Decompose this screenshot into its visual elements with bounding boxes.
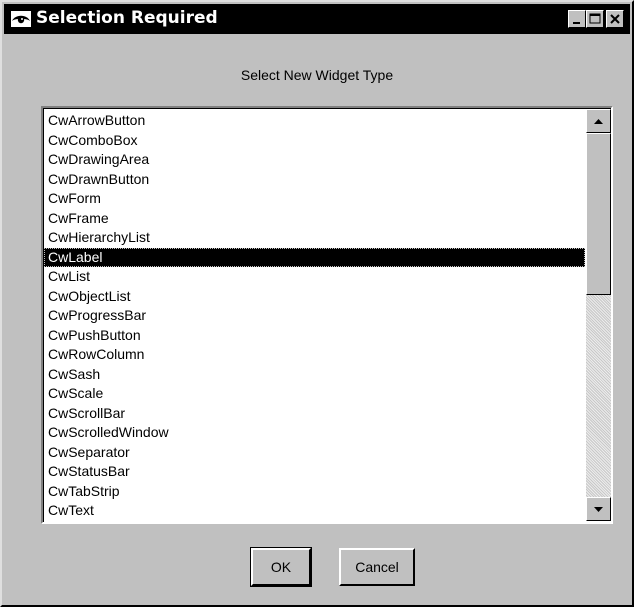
list-item[interactable]: CwSeparator: [44, 443, 585, 463]
list-item[interactable]: CwText: [44, 501, 585, 521]
list-item[interactable]: CwScale: [44, 384, 585, 404]
close-button[interactable]: [606, 10, 624, 28]
title-bar[interactable]: Selection Required: [4, 4, 630, 34]
list-item[interactable]: CwTabStrip: [44, 482, 585, 502]
arrow-up-icon: [594, 119, 603, 124]
minimize-button[interactable]: [568, 10, 586, 28]
list-item[interactable]: CwStatusBar: [44, 462, 585, 482]
list-item[interactable]: CwDrawingArea: [44, 150, 585, 170]
list-item[interactable]: CwComboBox: [44, 131, 585, 151]
list-item[interactable]: CwProgressBar: [44, 306, 585, 326]
selection-dialog: Selection Required Select New Widget Typ…: [0, 0, 634, 607]
list-item[interactable]: CwForm: [44, 189, 585, 209]
ok-button[interactable]: OK: [250, 547, 312, 587]
vertical-scrollbar[interactable]: [586, 109, 611, 521]
cancel-button[interactable]: Cancel: [339, 548, 415, 586]
list-item[interactable]: CwObjectList: [44, 287, 585, 307]
scroll-up-button[interactable]: [586, 109, 611, 133]
widget-type-listbox[interactable]: CwArrowButton CwComboBox CwDrawingArea CwDr…: [41, 106, 613, 524]
maximize-button[interactable]: [586, 10, 604, 28]
list-item[interactable]: CwLabel: [44, 247, 585, 267]
list-item[interactable]: CwToggleButton: [44, 521, 585, 523]
scrollbar-thumb[interactable]: [586, 133, 611, 295]
list-item[interactable]: CwRowColumn: [44, 345, 585, 365]
arrow-down-icon: [594, 507, 603, 512]
list-item[interactable]: CwPushButton: [44, 326, 585, 346]
maximize-icon: [589, 13, 601, 24]
list-item[interactable]: CwFrame: [44, 209, 585, 229]
list-item[interactable]: CwDrawnButton: [44, 170, 585, 190]
eye-icon: [10, 10, 32, 28]
list-item[interactable]: CwScrollBar: [44, 404, 585, 424]
list-item[interactable]: CwList: [44, 267, 585, 287]
window-title: Selection Required: [36, 8, 218, 28]
list-item[interactable]: CwHierarchyList: [44, 228, 585, 248]
scroll-down-button[interactable]: [586, 497, 611, 521]
close-icon: [610, 14, 620, 24]
list-item[interactable]: CwSash: [44, 365, 585, 385]
list-item[interactable]: CwScrolledWindow: [44, 423, 585, 443]
list-item[interactable]: CwArrowButton: [44, 111, 585, 131]
minimize-icon: [573, 22, 580, 24]
prompt-label: Select New Widget Type: [240, 67, 394, 83]
list-items: CwArrowButton CwComboBox CwDrawingArea CwDr…: [44, 111, 585, 522]
